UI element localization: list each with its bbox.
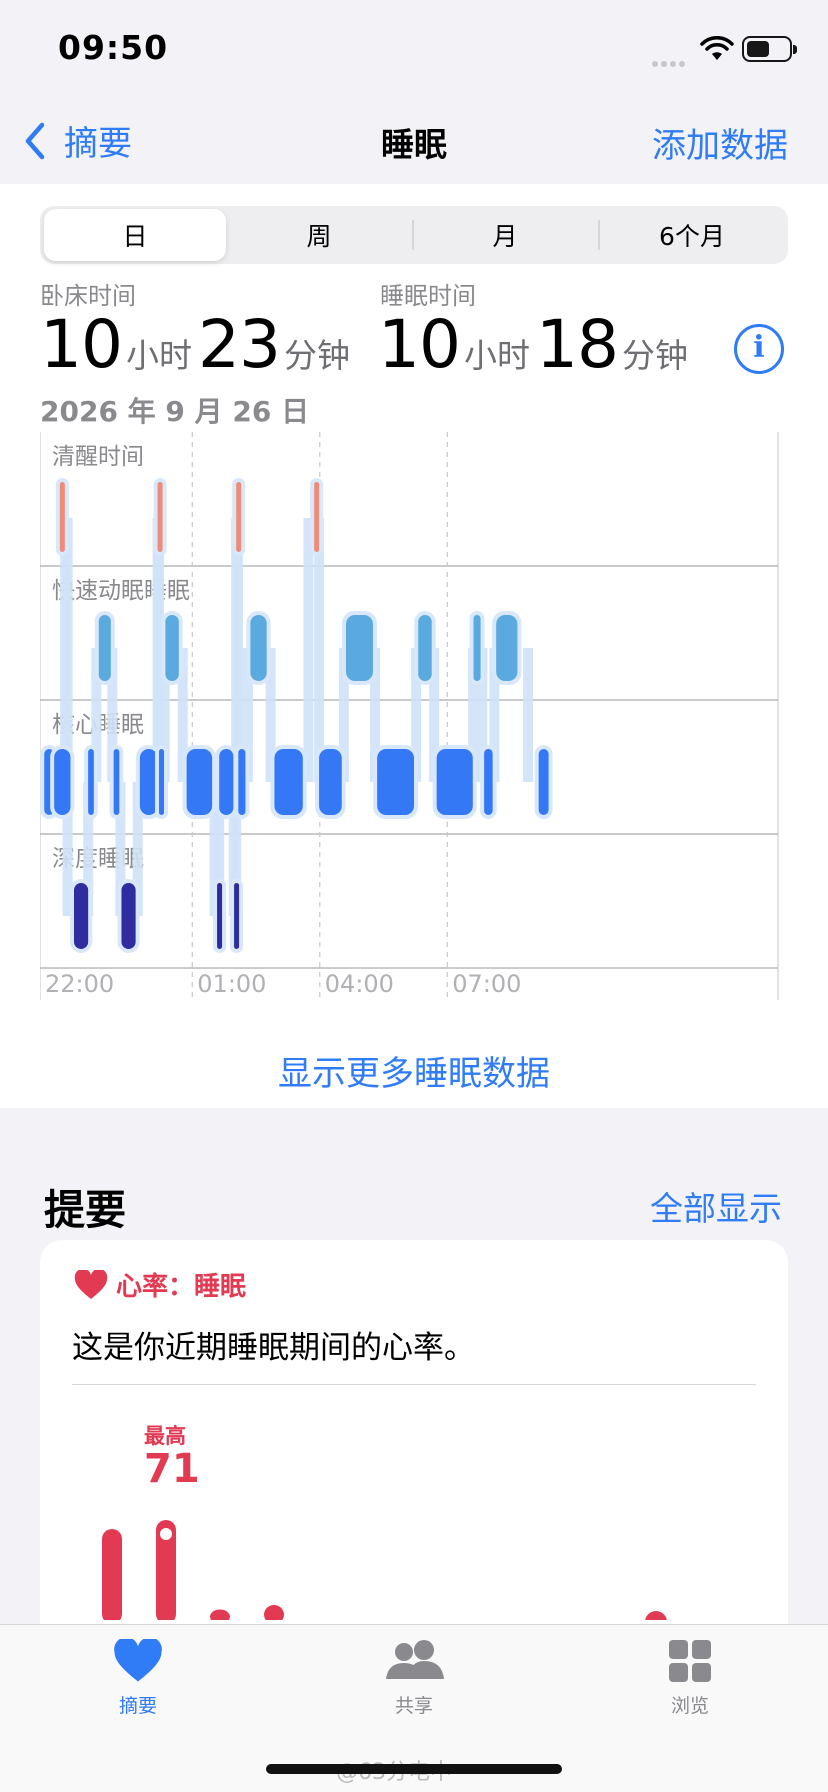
- stage-segment-core: [274, 749, 303, 815]
- divider: [72, 1384, 756, 1385]
- heart-rate-bar: [102, 1529, 122, 1620]
- stage-segment-rem: [165, 615, 179, 681]
- stage-segment-deep: [234, 883, 240, 949]
- stage-segment-core: [219, 749, 234, 815]
- wifi-icon: [700, 36, 734, 60]
- status-time: 09:50: [58, 28, 169, 67]
- tab-browse[interactable]: 浏览: [610, 1639, 770, 1718]
- asleep-minutes: 18: [535, 306, 619, 383]
- heart-icon: [114, 1639, 162, 1682]
- stage-segment-core: [436, 749, 473, 815]
- show-all-button[interactable]: 全部显示: [650, 1182, 782, 1230]
- in-bed-hours: 10: [40, 306, 123, 383]
- heart-rate-card-title: 心率：睡眠: [116, 1272, 247, 1302]
- stage-segment-rem: [346, 615, 373, 681]
- signal-icon: [652, 52, 692, 67]
- tab-summary-label: 摘要: [118, 1695, 157, 1717]
- stage-label: 快速动眠睡眠: [52, 578, 190, 604]
- stage-segment-core: [88, 749, 94, 815]
- tab-browse-label: 浏览: [670, 1695, 709, 1717]
- stage-segment-core: [113, 749, 120, 815]
- chart-ticks: 22:00 01:00 04:00 07:00: [45, 970, 521, 998]
- stage-segment-awake: [314, 482, 320, 552]
- heart-rate-bar: [645, 1611, 667, 1620]
- max-marker: [160, 1528, 172, 1540]
- stage-segment-deep: [74, 883, 89, 949]
- stage-transition: [314, 518, 325, 782]
- in-bed-minutes-unit: 分钟: [283, 336, 350, 375]
- stage-segment-core: [538, 749, 549, 815]
- stage-label: 清醒时间: [52, 444, 144, 470]
- asleep-hours-unit: 小时: [463, 336, 530, 375]
- stage-segment-core: [159, 749, 164, 815]
- stage-transition: [232, 518, 243, 782]
- stage-segment-awake: [59, 482, 65, 552]
- stage-transition: [62, 518, 73, 916]
- stage-segment-rem: [418, 615, 432, 681]
- heart-rate-card-header: 心率：睡眠: [74, 1266, 246, 1303]
- stage-segment-awake: [157, 482, 163, 552]
- tab-sharing-label: 共享: [394, 1695, 433, 1717]
- x-tick-label: 22:00: [45, 970, 114, 998]
- stage-segment-core: [54, 749, 71, 815]
- in-bed-hours-unit: 小时: [125, 336, 192, 375]
- stage-segment-rem: [250, 615, 267, 681]
- chart-marks: [40, 478, 553, 953]
- tab-summary[interactable]: 摘要: [58, 1639, 218, 1718]
- date-label: 2026 年 9 月 26 日: [40, 395, 310, 428]
- asleep-minutes-unit: 分钟: [621, 336, 688, 375]
- tab-sharing[interactable]: 共享: [334, 1639, 494, 1718]
- add-data-button[interactable]: 添加数据: [652, 118, 788, 167]
- period-segmented-control: 日 周 月 6个月: [40, 206, 788, 264]
- heart-icon: [74, 1269, 108, 1299]
- x-tick-label: 07:00: [452, 970, 521, 998]
- stage-segment-core: [139, 749, 158, 815]
- stage-segment-core: [377, 749, 414, 815]
- x-tick-label: 04:00: [325, 970, 394, 998]
- in-bed-minutes: 23: [197, 306, 281, 383]
- stage-segment-core: [186, 749, 213, 815]
- stage-segment-deep: [217, 883, 223, 949]
- stage-transition: [523, 648, 534, 782]
- info-icon[interactable]: i: [734, 324, 784, 374]
- stage-segment-awake: [236, 482, 242, 552]
- segment-week[interactable]: 周: [228, 209, 410, 261]
- show-more-sleep-data-link[interactable]: 显示更多睡眠数据: [0, 1046, 828, 1095]
- in-bed-value: 10 小时23 分钟: [40, 306, 356, 383]
- asleep-hours: 10: [378, 306, 461, 383]
- heart-rate-mini-chart: [102, 1520, 667, 1620]
- heart-rate-bar: [264, 1605, 284, 1620]
- heart-rate-description: 这是你近期睡眠期间的心率。: [72, 1330, 475, 1366]
- heart-rate-bar: [210, 1609, 230, 1620]
- stage-segment-deep: [121, 883, 136, 949]
- stage-segment-rem: [473, 615, 481, 681]
- stage-segment-core: [319, 749, 342, 815]
- segment-6-months[interactable]: 6个月: [600, 209, 784, 261]
- segment-day[interactable]: 日: [44, 209, 226, 261]
- summary-title: 提要: [44, 1186, 126, 1234]
- battery-icon: [742, 36, 797, 62]
- grid-icon: [669, 1640, 711, 1682]
- people-icon: [386, 1640, 444, 1679]
- sleep-stage-chart: 清醒时间快速动眠睡眠核心睡眠深度睡眠 22:0001:0004:0007:00: [40, 432, 779, 1000]
- stage-segment-core: [238, 749, 246, 815]
- home-indicator: [266, 1764, 562, 1774]
- chart-grid: [40, 432, 779, 1000]
- stage-segment-rem: [98, 615, 111, 681]
- x-tick-label: 01:00: [197, 970, 266, 998]
- stage-segment-rem: [496, 615, 518, 681]
- asleep-value: 10 小时18 分钟: [378, 306, 694, 383]
- stage-segment-core: [484, 749, 493, 815]
- segment-month[interactable]: 月: [414, 209, 596, 261]
- stage-transition: [303, 518, 314, 782]
